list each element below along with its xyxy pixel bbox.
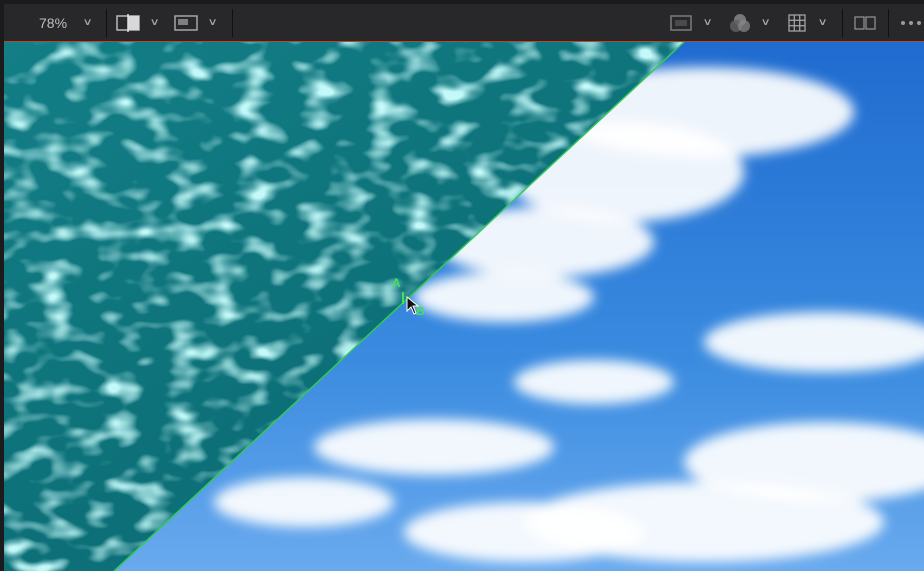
chevron-down-icon[interactable]: ∨ — [761, 4, 771, 41]
frame-view-icon[interactable] — [174, 4, 198, 41]
lut-icon[interactable] — [670, 4, 692, 41]
toolbar-divider — [232, 9, 233, 37]
toolbar-divider — [842, 9, 843, 37]
dual-view-icon[interactable] — [854, 4, 876, 41]
wipe-label-a: A — [392, 276, 401, 290]
chevron-down-icon[interactable]: ∨ — [150, 4, 160, 41]
wipe-handle[interactable] — [402, 292, 404, 304]
chevron-down-icon[interactable]: ∨ — [208, 4, 218, 41]
mouse-pointer-icon — [406, 296, 420, 316]
zoom-level[interactable]: 78% — [39, 4, 67, 41]
chevron-down-icon[interactable]: ∨ — [83, 4, 93, 41]
chevron-down-icon[interactable]: ∨ — [703, 4, 713, 41]
viewer-toolbar: 78% ∨ ∨ ∨ ∨ ∨ ∨ — [4, 4, 924, 42]
grid-icon[interactable] — [788, 4, 806, 41]
toolbar-divider — [106, 9, 107, 37]
split-view-icon[interactable] — [116, 4, 140, 41]
toolbar-divider — [888, 9, 889, 37]
color-channels-icon[interactable] — [728, 4, 752, 41]
viewer-canvas[interactable]: A B — [4, 42, 924, 571]
chevron-down-icon[interactable]: ∨ — [818, 4, 828, 41]
more-options-icon[interactable] — [900, 4, 922, 41]
